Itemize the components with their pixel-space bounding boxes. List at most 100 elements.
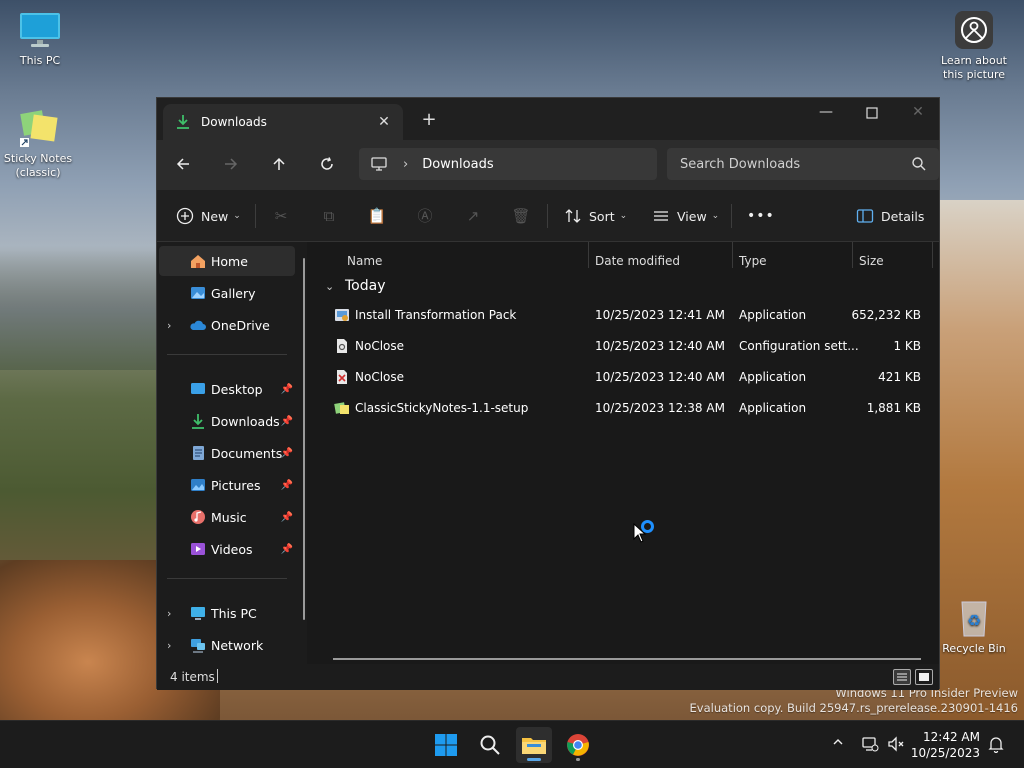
pin-icon[interactable]: 📌 xyxy=(281,480,293,491)
recycle-bin-icon: ♻ xyxy=(952,598,996,638)
nav-label: Music xyxy=(211,509,247,525)
pin-icon[interactable]: 📌 xyxy=(281,384,293,395)
view-button[interactable]: View ⌄ xyxy=(651,200,719,232)
back-button[interactable] xyxy=(169,152,197,180)
search-input[interactable]: Search Downloads xyxy=(667,148,939,180)
nav-item-this-pc[interactable]: › This PC xyxy=(159,598,295,628)
table-row[interactable]: NoClose 10/25/2023 12:40 AM Application … xyxy=(315,362,935,392)
file-size: 421 KB xyxy=(878,370,921,384)
details-view-button[interactable] xyxy=(893,669,911,685)
nav-item-videos[interactable]: Videos 📌 xyxy=(159,534,295,564)
nav-label: Videos xyxy=(211,541,253,557)
desktop-icon-recycle-bin[interactable]: ♻ Recycle Bin xyxy=(936,598,1012,656)
column-divider[interactable] xyxy=(932,242,933,268)
nav-item-desktop[interactable]: Desktop 📌 xyxy=(159,374,295,404)
pin-icon[interactable]: 📌 xyxy=(281,448,293,459)
nav-item-music[interactable]: Music 📌 xyxy=(159,502,295,532)
refresh-button[interactable] xyxy=(313,152,341,180)
home-icon xyxy=(191,255,205,268)
table-row[interactable]: NoClose 10/25/2023 12:40 AM Configuratio… xyxy=(315,331,935,361)
chrome-icon xyxy=(567,734,589,756)
column-header-name[interactable]: Name xyxy=(347,248,382,274)
network-status-button[interactable] xyxy=(860,735,880,755)
list-view-icon xyxy=(651,206,671,226)
nav-item-downloads[interactable]: Downloads 📌 xyxy=(159,406,295,436)
desktop-icon-label: Sticky Notes (classic) xyxy=(3,152,73,179)
copy-icon[interactable]: ⧉ xyxy=(319,206,339,226)
nav-item-onedrive[interactable]: › OneDrive xyxy=(159,310,295,340)
chevron-right-icon[interactable]: › xyxy=(167,319,179,332)
desktop-icon-learn-picture[interactable]: Learn about this picture xyxy=(936,10,1012,82)
more-options-button[interactable]: ••• xyxy=(747,200,775,232)
column-header-type[interactable]: Type xyxy=(739,248,767,274)
show-hidden-icons-button[interactable] xyxy=(828,735,848,755)
file-type: Application xyxy=(739,370,807,384)
horizontal-scrollbar[interactable] xyxy=(333,658,921,660)
desktop-icon-sticky-notes[interactable]: Sticky Notes (classic) xyxy=(0,108,76,180)
minimize-button[interactable]: — xyxy=(803,98,849,128)
file-explorer-taskbar-button[interactable] xyxy=(516,727,552,763)
large-icons-view-button[interactable] xyxy=(915,669,933,685)
chrome-taskbar-button[interactable] xyxy=(560,727,596,763)
nav-label: Home xyxy=(211,253,248,269)
nav-item-documents[interactable]: Documents 📌 xyxy=(159,438,295,468)
new-button[interactable]: New ⌄ xyxy=(175,200,241,232)
pin-icon[interactable]: 📌 xyxy=(281,544,293,555)
paste-icon[interactable]: 📋 xyxy=(367,206,387,226)
breadcrumb-downloads[interactable]: Downloads xyxy=(422,157,493,172)
group-header[interactable]: ⌄ Today xyxy=(325,278,386,294)
cut-icon[interactable]: ✂ xyxy=(271,206,291,226)
file-type: Application xyxy=(739,401,807,415)
sort-label: Sort xyxy=(589,208,615,224)
pin-icon[interactable]: 📌 xyxy=(281,416,293,427)
list-view-icon xyxy=(897,673,907,681)
command-bar: New ⌄ ✂ ⧉ 📋 Ⓐ ↗ 🗑 Sort ⌄ View ⌄ ••• Deta… xyxy=(157,190,939,242)
nav-item-gallery[interactable]: Gallery xyxy=(159,278,295,308)
file-date: 10/25/2023 12:41 AM xyxy=(595,308,725,322)
column-header-date[interactable]: Date modified xyxy=(595,248,680,274)
details-button[interactable]: Details xyxy=(855,200,924,232)
rename-icon[interactable]: Ⓐ xyxy=(415,206,435,226)
table-row[interactable]: ClassicStickyNotes-1.1-setup 10/25/2023 … xyxy=(315,393,935,423)
nav-label: This PC xyxy=(211,605,257,621)
maximize-button[interactable] xyxy=(849,98,895,128)
forward-button[interactable] xyxy=(217,152,245,180)
address-bar[interactable]: › Downloads xyxy=(359,148,657,180)
search-taskbar-button[interactable] xyxy=(472,727,508,763)
volume-button[interactable] xyxy=(886,735,906,755)
delete-icon[interactable]: 🗑 xyxy=(511,206,531,226)
close-tab-icon[interactable]: ✕ xyxy=(375,113,393,131)
nav-item-home[interactable]: Home xyxy=(159,246,295,276)
running-indicator xyxy=(576,758,580,761)
cloud-icon xyxy=(190,320,206,330)
desktop-icon-this-pc[interactable]: This PC xyxy=(2,10,78,68)
bell-icon xyxy=(988,737,1004,754)
table-row[interactable]: Install Transformation Pack 10/25/2023 1… xyxy=(315,300,935,330)
column-divider[interactable] xyxy=(588,242,589,268)
nav-scrollbar[interactable] xyxy=(303,258,305,620)
chevron-right-icon[interactable]: › xyxy=(167,639,179,652)
new-label: New xyxy=(201,208,229,224)
nav-item-network[interactable]: › Network xyxy=(159,630,295,660)
sort-button[interactable]: Sort ⌄ xyxy=(563,200,627,232)
share-icon[interactable]: ↗ xyxy=(463,206,483,226)
monitor-icon xyxy=(191,607,205,620)
nav-item-pictures[interactable]: Pictures 📌 xyxy=(159,470,295,500)
tiles-view-icon xyxy=(919,673,929,681)
column-divider[interactable] xyxy=(732,242,733,268)
chevron-right-icon[interactable]: › xyxy=(167,607,179,620)
network-icon xyxy=(191,639,205,653)
column-header-size[interactable]: Size xyxy=(859,248,884,274)
new-tab-button[interactable]: + xyxy=(417,109,441,133)
taskbar-clock[interactable]: 12:42 AM 10/25/2023 xyxy=(911,729,980,761)
up-button[interactable] xyxy=(265,152,293,180)
column-divider[interactable] xyxy=(852,242,853,268)
divider xyxy=(167,354,287,355)
title-bar[interactable]: Downloads ✕ + — ✕ xyxy=(157,98,939,140)
tab-downloads[interactable]: Downloads ✕ xyxy=(163,104,403,140)
notifications-button[interactable] xyxy=(986,735,1006,755)
pin-icon[interactable]: 📌 xyxy=(281,512,293,523)
start-button[interactable] xyxy=(428,727,464,763)
monitor-icon xyxy=(18,10,62,50)
close-window-button[interactable]: ✕ xyxy=(895,98,941,128)
